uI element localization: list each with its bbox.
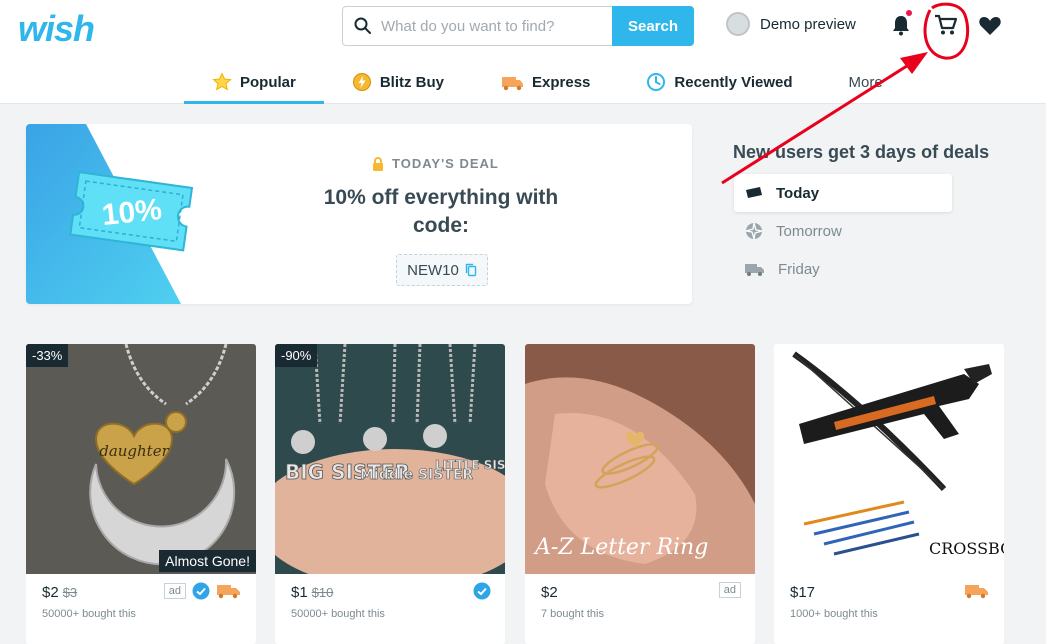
tab-recently-viewed[interactable]: Recently Viewed [618, 60, 820, 104]
necklace-little-sister: LITTLE SISTER [435, 458, 505, 472]
product-image-crossbow[interactable]: CROSSBOW [774, 344, 1004, 574]
tab-label: More [848, 73, 883, 91]
express-truck-icon [965, 585, 988, 599]
product-card[interactable]: A-Z Letter Ring $2 ad 7 bought this [525, 344, 755, 644]
old-price: $3 [62, 585, 78, 600]
old-price: $10 [311, 585, 334, 600]
product-badges [473, 582, 491, 600]
day-friday[interactable]: Friday [734, 250, 952, 288]
product-card[interactable]: CROSSBOW $17 1000+ bought this [774, 344, 1004, 644]
tab-label: Popular [240, 73, 296, 91]
clock-icon [647, 73, 666, 91]
current-price: $2 [42, 584, 59, 601]
tab-label: Blitz Buy [379, 73, 445, 91]
wish-logo[interactable]: wish [18, 8, 95, 50]
day-label: Friday [778, 260, 820, 278]
search-bar: Search [342, 6, 694, 46]
bought-count: 50000+ bought this [291, 608, 385, 620]
crossbow-caption: CROSSBOW [929, 539, 1004, 558]
new-users-title: New users get 3 days of deals [733, 142, 990, 162]
search-icon [354, 17, 371, 34]
bought-count: 1000+ bought this [790, 608, 878, 620]
ad-badge: ad [718, 582, 741, 598]
tab-blitz-buy[interactable]: Blitz Buy [324, 60, 472, 104]
header: wish Search Demo preview Popular [0, 0, 1046, 104]
verified-icon [473, 582, 491, 600]
price: $1 $10 [291, 584, 333, 601]
day-label: Tomorrow [776, 222, 842, 240]
copy-icon[interactable] [465, 263, 477, 277]
promo-code-box[interactable]: NEW10 [396, 254, 488, 286]
ring-caption: A-Z Letter Ring [533, 535, 708, 560]
bought-count: 7 bought this [541, 608, 604, 620]
search-button[interactable]: Search [612, 6, 694, 46]
notification-bell-icon[interactable] [890, 14, 912, 36]
ticket-icon [746, 187, 762, 198]
wishlist-heart-icon[interactable] [978, 14, 1002, 36]
blitz-icon [352, 73, 371, 91]
product-image-sister-necklaces[interactable]: BIG SISTER Middle SISTER LITTLE SISTER [275, 344, 505, 574]
day-tomorrow[interactable]: Tomorrow [734, 212, 952, 250]
current-price: $2 [541, 584, 558, 601]
almost-gone-badge: Almost Gone! [159, 550, 256, 572]
user-name: Demo preview [760, 15, 856, 33]
product-grid: daughter -33% Almost Gone! $2 $3 ad 50000… [0, 324, 1046, 644]
deal-label-row: TODAY'S DEAL [372, 156, 499, 171]
promo-code: NEW10 [407, 261, 459, 279]
discount-badge: -33% [26, 344, 69, 367]
coupon-percent: 10% [100, 193, 163, 232]
user-menu[interactable]: Demo preview [726, 12, 856, 36]
verified-icon [192, 582, 210, 600]
price: $2 [541, 584, 558, 601]
ad-badge: ad [163, 583, 186, 599]
current-price: $1 [291, 584, 308, 601]
product-card[interactable]: daughter -33% Almost Gone! $2 $3 ad 50000… [26, 344, 256, 644]
price: $17 [790, 584, 815, 601]
tab-popular[interactable]: Popular [184, 60, 324, 104]
product-card[interactable]: BIG SISTER Middle SISTER LITTLE SISTER -… [275, 344, 505, 644]
necklace-engraving: daughter [99, 442, 169, 460]
deal-label: TODAY'S DEAL [392, 156, 499, 171]
lock-icon [373, 156, 383, 171]
discount-badge: -90% [275, 344, 318, 367]
avatar [726, 12, 750, 36]
cart-icon[interactable] [934, 14, 958, 36]
coupon-art: 10% [26, 124, 194, 304]
search-input[interactable] [381, 7, 611, 45]
notification-dot [906, 10, 912, 16]
current-price: $17 [790, 584, 816, 601]
aperture-icon [745, 222, 763, 240]
tab-express[interactable]: Express [472, 60, 618, 104]
product-image-letter-ring[interactable]: A-Z Letter Ring [525, 344, 755, 574]
category-tabs: Popular Blitz Buy Express Recently Viewe… [184, 60, 911, 104]
express-icon [502, 77, 524, 91]
day-label: Today [776, 184, 820, 202]
express-truck-icon [217, 585, 240, 599]
price: $2 $3 [42, 584, 77, 601]
product-badges: ad [718, 582, 741, 598]
product-image-necklace[interactable]: daughter [26, 344, 256, 574]
truck-icon [745, 264, 764, 276]
tab-label: Express [532, 73, 591, 91]
deal-title: 10% off everything with code: [323, 186, 559, 237]
tab-more[interactable]: More [821, 60, 911, 104]
product-badges [964, 582, 990, 600]
bought-count: 50000+ bought this [42, 608, 136, 620]
todays-deal-banner[interactable]: 10% TODAY'S DEAL 10% off everything with… [26, 124, 692, 304]
day-today[interactable]: Today [734, 174, 952, 212]
product-badges: ad [163, 582, 242, 600]
star-icon [212, 72, 232, 91]
tab-label: Recently Viewed [674, 73, 793, 91]
